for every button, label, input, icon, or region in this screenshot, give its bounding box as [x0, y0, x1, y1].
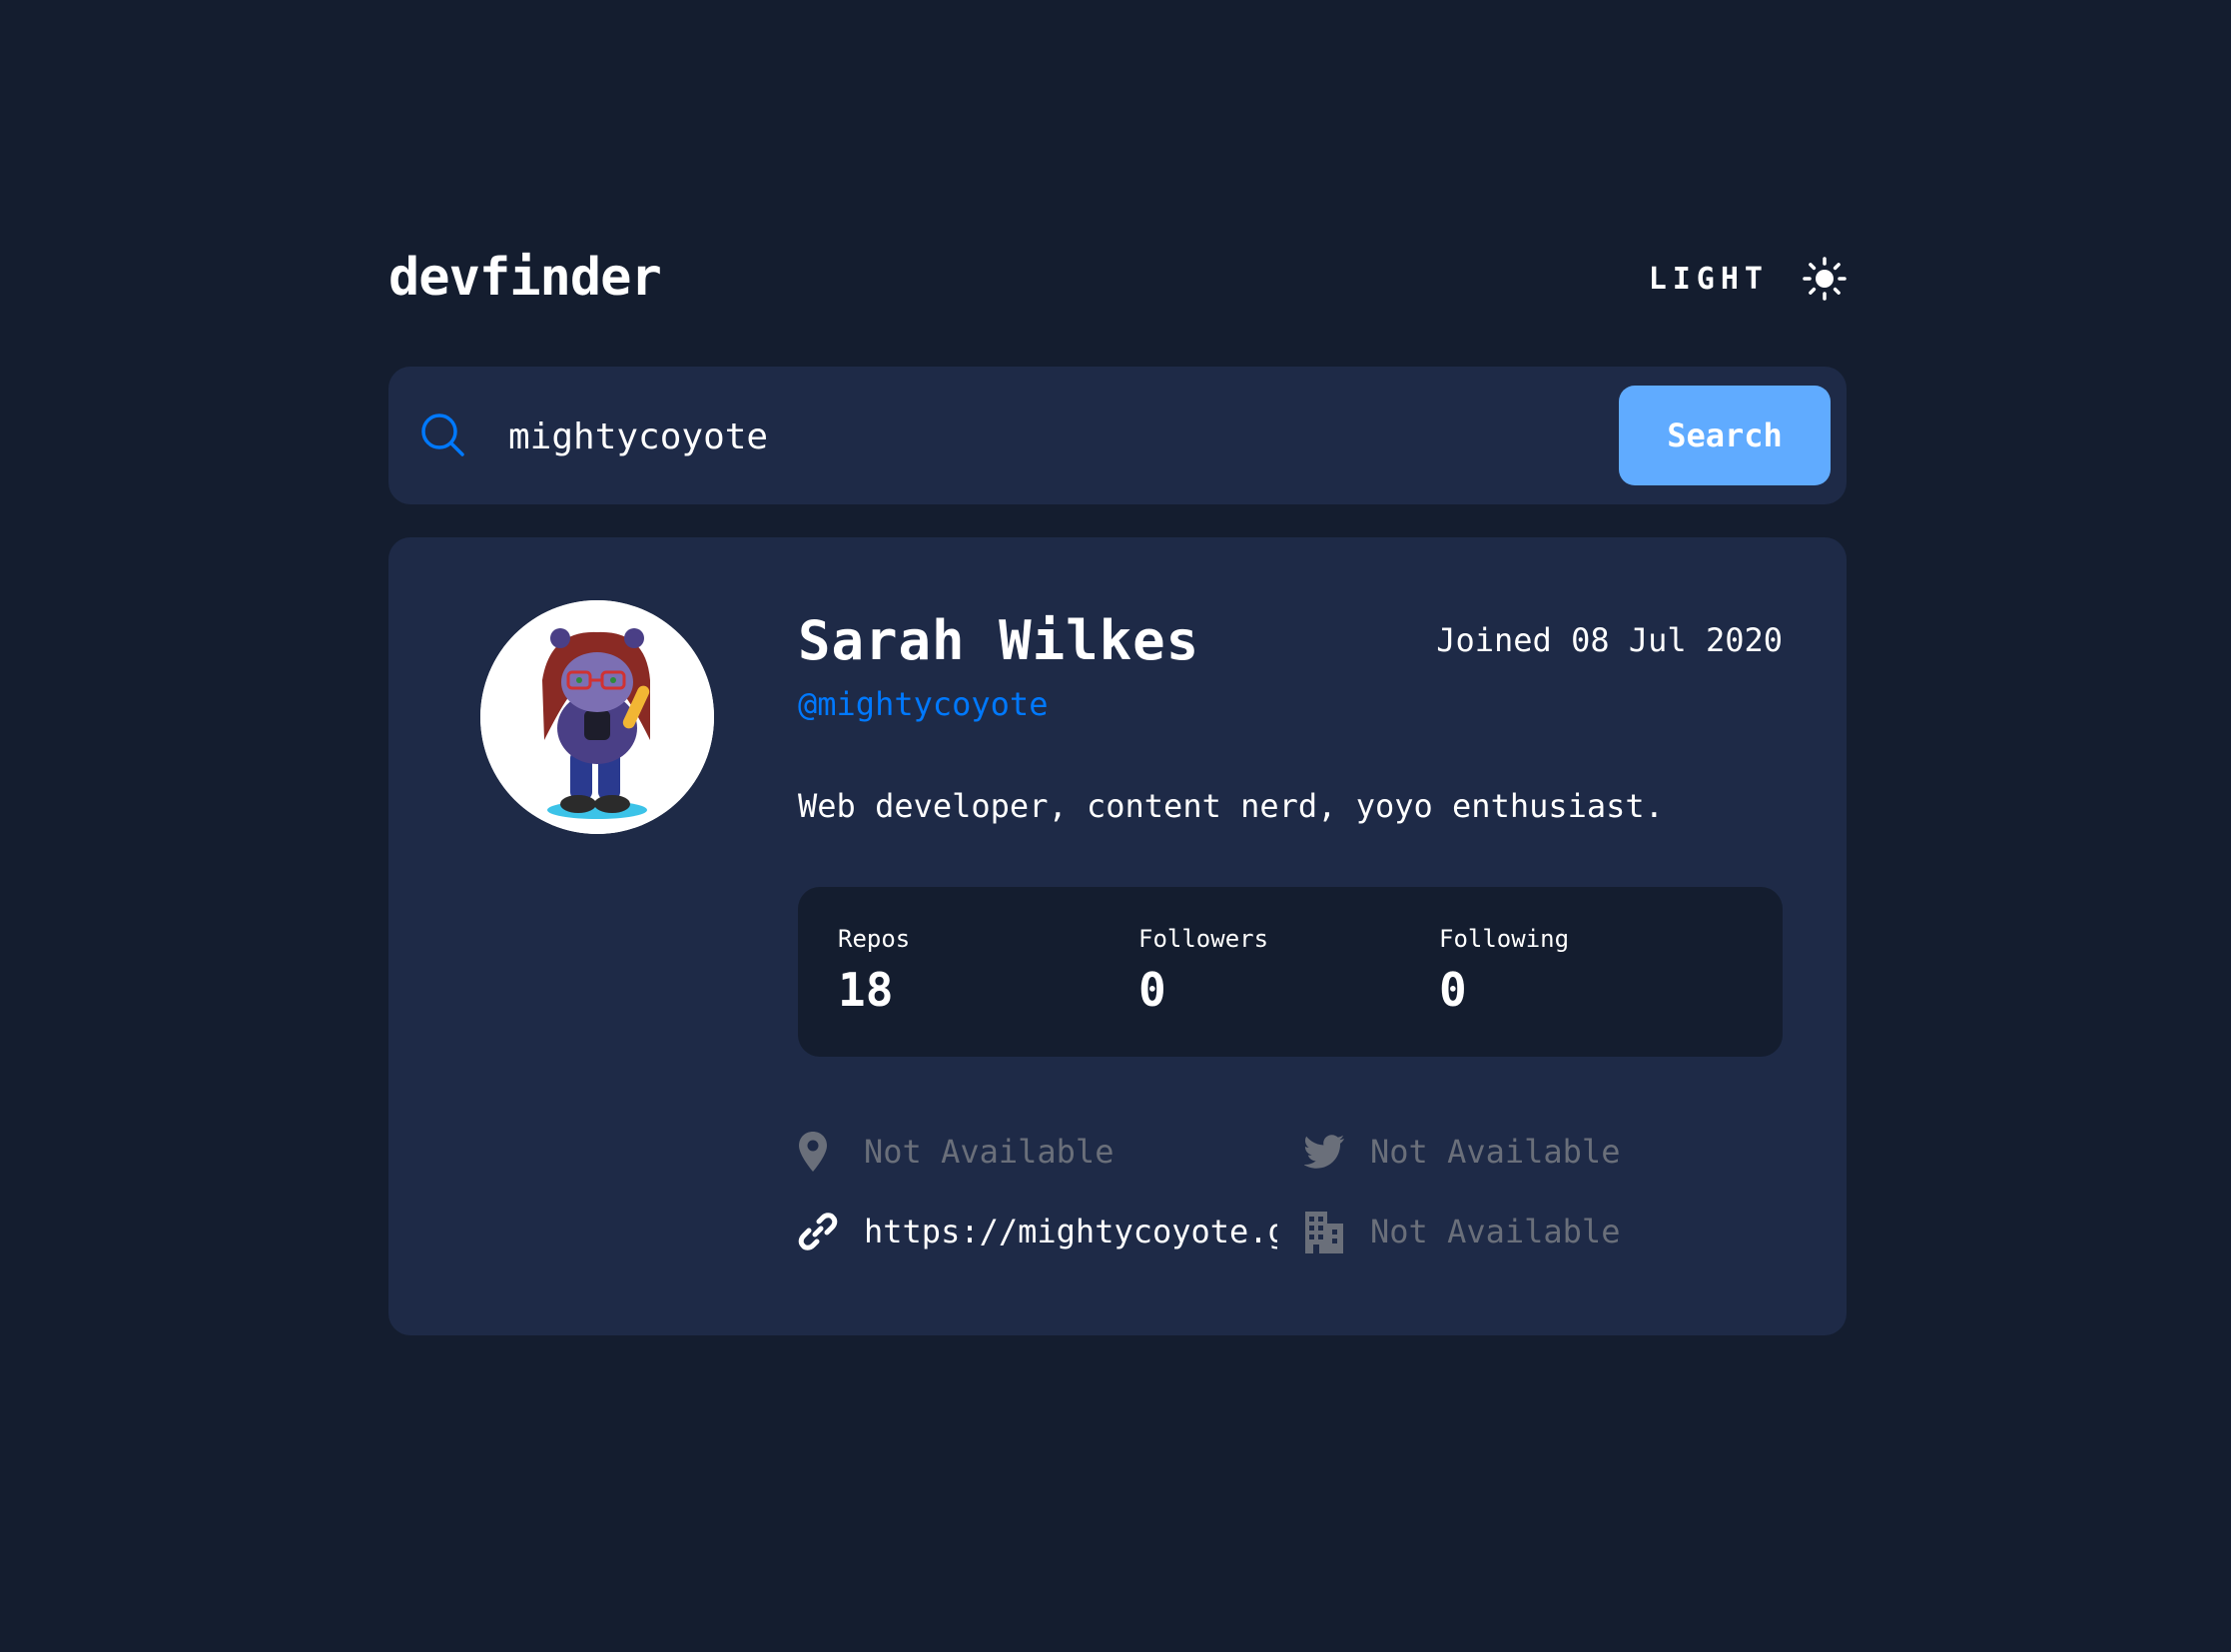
profile-card: Sarah Wilkes Joined 08 Jul 2020 @mightyc…: [388, 537, 1847, 1335]
link-icon: [798, 1212, 842, 1251]
joined-date: Joined 08 Jul 2020: [1436, 621, 1783, 659]
sun-icon: [1803, 257, 1847, 301]
avatar: [480, 600, 714, 834]
stat-value: 0: [1439, 963, 1467, 1017]
stat-label: Repos: [838, 925, 911, 953]
twitter-icon: [1304, 1135, 1348, 1169]
stat-followers: Followers 0: [1138, 925, 1268, 1017]
stat-label: Following: [1439, 925, 1570, 953]
location-pin-icon: [798, 1131, 842, 1173]
stat-repos: Repos 18: [838, 925, 910, 1017]
theme-toggle-button[interactable]: LIGHT: [1649, 254, 1847, 304]
location-item: Not Available: [798, 1127, 1114, 1177]
search-button[interactable]: Search: [1619, 386, 1831, 485]
stats-panel: Repos 18 Followers 0 Following 0: [798, 887, 1783, 1057]
website-item[interactable]: https://mightycoyote.github.io: [798, 1207, 1277, 1256]
header: devfinder LIGHT: [388, 240, 1847, 320]
page: devfinder LIGHT mightycoyote Search Sara…: [0, 0, 2231, 1652]
company-item: Not Available: [1304, 1207, 1620, 1256]
stat-value: 0: [1138, 963, 1166, 1017]
stat-value: 18: [838, 963, 894, 1017]
stat-following: Following 0: [1439, 925, 1569, 1017]
stat-label: Followers: [1138, 925, 1269, 953]
search-bar: Search: [388, 367, 1847, 504]
building-icon: [1304, 1210, 1348, 1253]
app-logo: devfinder: [388, 248, 662, 308]
twitter-text: Not Available: [1370, 1133, 1621, 1171]
profile-handle-link[interactable]: @mightycoyote: [798, 685, 1048, 723]
search-input[interactable]: [506, 401, 1349, 472]
profile-name: Sarah Wilkes: [798, 609, 1200, 672]
twitter-item: Not Available: [1304, 1127, 1620, 1177]
website-link[interactable]: https://mightycoyote.github.io: [864, 1213, 1277, 1250]
search-icon: [420, 413, 466, 462]
company-text: Not Available: [1370, 1213, 1621, 1250]
theme-toggle-label: LIGHT: [1648, 261, 1769, 297]
location-text: Not Available: [864, 1133, 1115, 1171]
profile-bio: Web developer, content nerd, yoyo enthus…: [798, 787, 1664, 825]
